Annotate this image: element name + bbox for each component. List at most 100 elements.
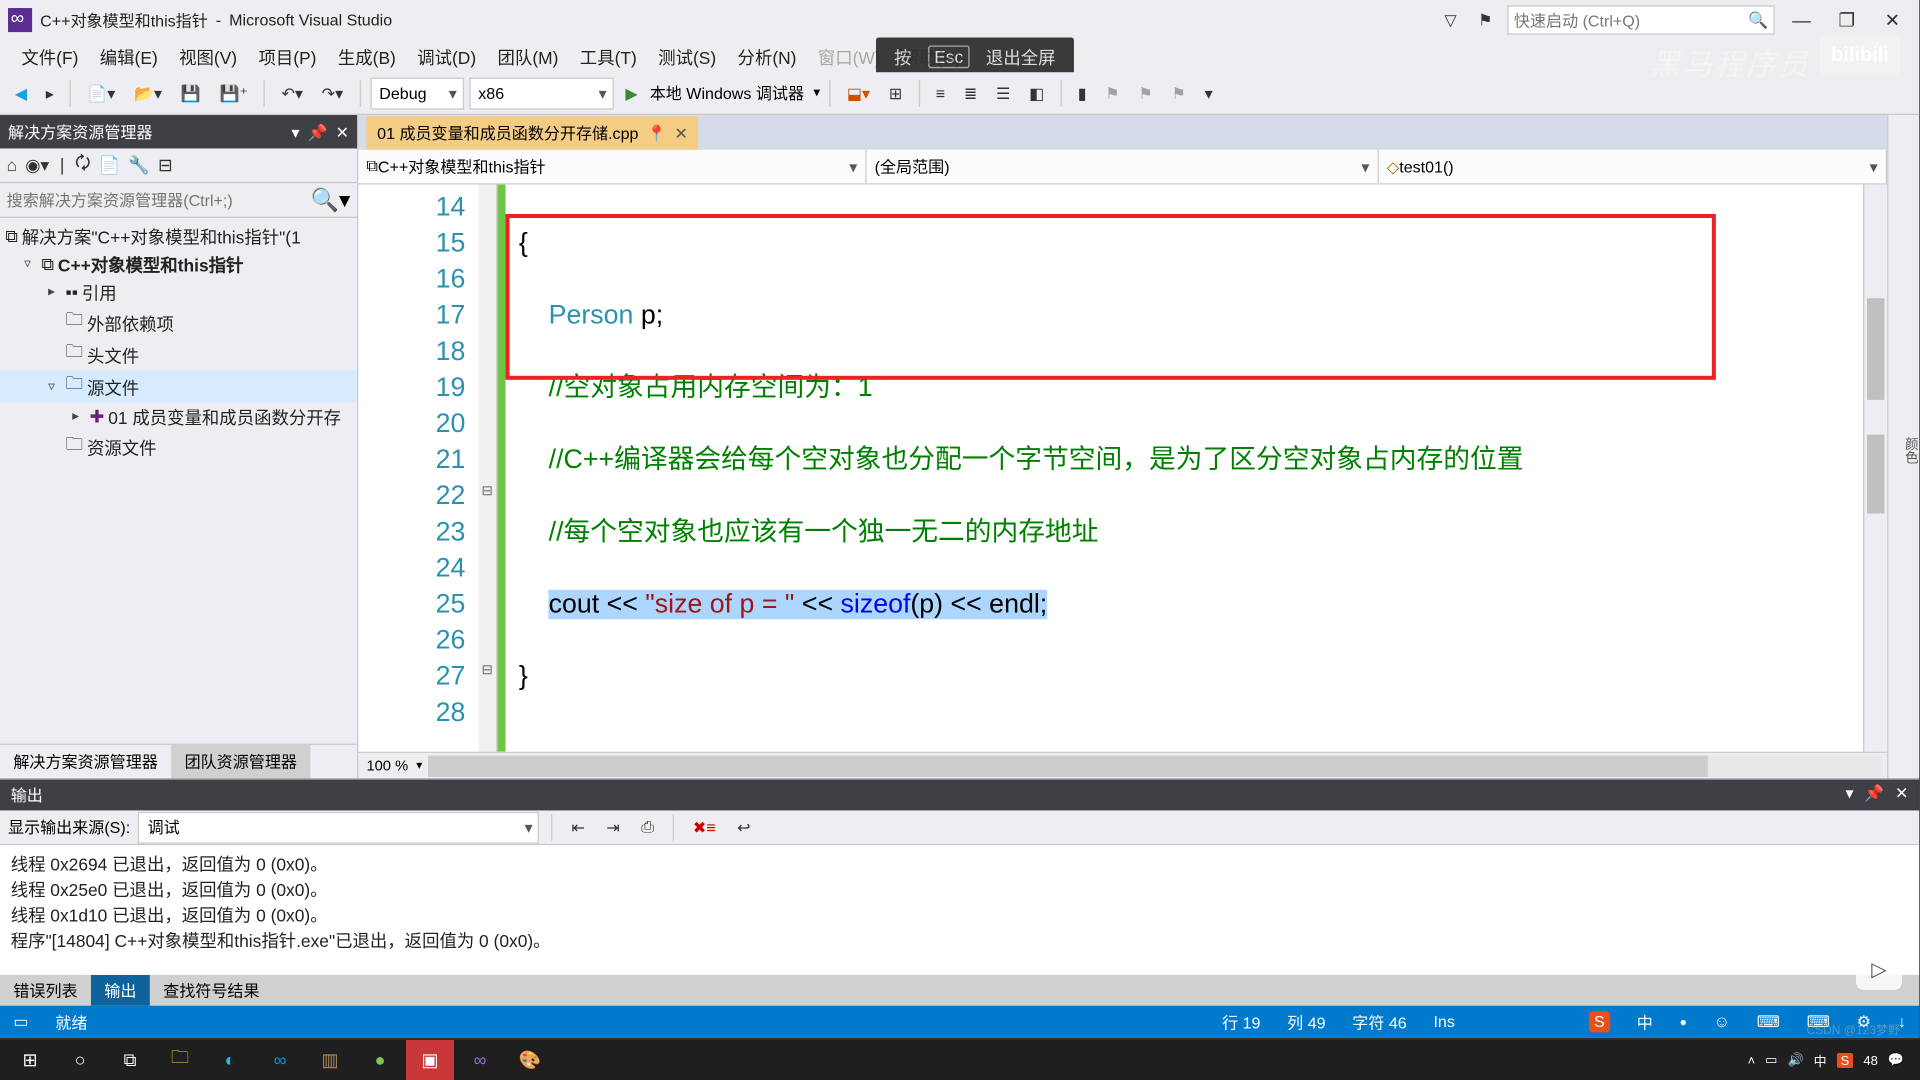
face-icon[interactable]: ☺ — [1714, 1012, 1730, 1031]
horizontal-scrollbar[interactable] — [428, 755, 1882, 776]
ime-icon[interactable]: S — [1589, 1011, 1610, 1032]
tray-volume-icon[interactable]: 🔊 — [1787, 1052, 1803, 1068]
tray-notification-icon[interactable]: 💬 — [1888, 1052, 1904, 1068]
notes-icon[interactable]: ▥ — [306, 1040, 354, 1080]
wrap-icon[interactable]: ↩ — [730, 815, 757, 839]
pin-icon[interactable]: 📍 — [646, 124, 666, 143]
tab-team-explorer[interactable]: 团队资源管理器 — [171, 745, 310, 778]
resources-node[interactable]: 资源文件 — [87, 434, 157, 459]
panel-dropdown-icon[interactable]: ▾ — [291, 122, 299, 141]
menu-project[interactable]: 项目(P) — [248, 41, 327, 72]
output-pin-icon[interactable]: 📌 — [1864, 784, 1884, 807]
new-project-button[interactable]: 📄▾ — [81, 81, 122, 105]
project-node[interactable]: C++对象模型和this指针 — [58, 251, 243, 276]
tb-icon-8[interactable]: ⚑ — [1132, 81, 1160, 105]
tray-battery-icon[interactable]: ▭ — [1765, 1052, 1777, 1068]
save-all-button[interactable]: 💾⁺ — [213, 81, 255, 105]
menu-team[interactable]: 团队(M) — [487, 41, 569, 72]
document-tab[interactable]: 01 成员变量和成员函数分开存储.cpp 📍 ✕ — [366, 116, 698, 149]
output-source-dropdown[interactable]: 调试 — [138, 811, 539, 843]
menu-file[interactable]: 文件(F) — [11, 41, 89, 72]
output-close-icon[interactable]: ✕ — [1895, 784, 1908, 807]
cortana-button[interactable]: ○ — [56, 1040, 104, 1080]
solution-search-input[interactable] — [7, 191, 311, 210]
vs-taskbar-icon[interactable]: ∞ — [456, 1040, 504, 1080]
forward-button[interactable]: ▸ — [39, 81, 60, 105]
external-deps-node[interactable]: 外部依赖项 — [87, 310, 174, 335]
editor-scrollbar[interactable] — [1863, 185, 1887, 752]
platform-dropdown[interactable]: x86 — [469, 77, 613, 109]
references-node[interactable]: 引用 — [82, 280, 117, 305]
browser-icon[interactable]: ◐ — [206, 1040, 254, 1080]
tab-output[interactable]: 输出 — [91, 975, 150, 1006]
explorer-icon[interactable]: 🗀 — [156, 1040, 204, 1080]
solution-tree[interactable]: ⧉解决方案"C++对象模型和this指针"(1 ▿⧉C++对象模型和this指针… — [0, 218, 357, 744]
cloud-icon[interactable]: ∞ — [256, 1040, 304, 1080]
clear-output-icon[interactable]: ✖≡ — [686, 815, 722, 839]
bookmark-icon[interactable]: ▮ — [1071, 81, 1093, 105]
sources-node[interactable]: 源文件 — [87, 374, 139, 399]
solution-root[interactable]: 解决方案"C++对象模型和this指针"(1 — [22, 223, 301, 248]
menu-tools[interactable]: 工具(T) — [569, 41, 647, 72]
menu-analyze[interactable]: 分析(N) — [727, 41, 807, 72]
menu-window[interactable]: 窗口(W) — [807, 41, 891, 72]
minimize-button[interactable]: — — [1783, 9, 1820, 30]
save-button[interactable]: 💾 — [174, 81, 207, 105]
system-tray[interactable]: ˄ ▭ 🔊 中 S 48 💬 — [1748, 1051, 1914, 1070]
run-button[interactable]: ▶ — [619, 81, 645, 105]
config-dropdown[interactable]: Debug — [370, 77, 464, 109]
start-button[interactable]: ⊞ — [6, 1040, 54, 1080]
keyboard-icon[interactable]: ⌨ — [1757, 1012, 1780, 1031]
toolbar-overflow[interactable]: ▾ — [1198, 81, 1219, 105]
nav-function-dropdown[interactable]: ◇ test01() — [1379, 150, 1887, 183]
title-filter-icon[interactable]: ▽ — [1438, 8, 1464, 32]
output-body[interactable]: 线程 0x2694 已退出，返回值为 0 (0x0)。 线程 0x25e0 已退… — [0, 845, 1919, 975]
out-icon-3[interactable]: ⎙ — [635, 814, 661, 839]
taskview-button[interactable]: ⧉ — [106, 1040, 154, 1080]
tray-up-icon[interactable]: ˄ — [1748, 1053, 1756, 1068]
ime-lang[interactable]: 中 — [1637, 1010, 1653, 1033]
green-app-icon[interactable]: ● — [356, 1040, 404, 1080]
code-body[interactable]: { Person p; //空对象占用内存空间为：1 //C++编译器会给每个空… — [506, 185, 1863, 752]
play-button[interactable]: ▷ — [1856, 948, 1902, 990]
menu-build[interactable]: 生成(B) — [327, 41, 406, 72]
output-dropdown-icon[interactable]: ▾ — [1846, 784, 1854, 807]
tb-icon-6[interactable]: ◧ — [1022, 81, 1051, 105]
tool-refresh-icon[interactable]: 🗘 — [75, 150, 91, 179]
tab-close-icon[interactable]: ✕ — [674, 124, 687, 143]
tray-sogou-icon[interactable]: S — [1837, 1053, 1854, 1068]
tb-icon-4[interactable]: ≣ — [957, 81, 984, 105]
tray-ime[interactable]: 中 — [1814, 1051, 1827, 1070]
run-label[interactable]: 本地 Windows 调试器 — [650, 82, 804, 105]
headers-node[interactable]: 头文件 — [87, 342, 139, 367]
title-notify-icon[interactable]: ⚑ — [1471, 8, 1499, 32]
tool-collapse-icon[interactable]: ⊟ — [158, 154, 173, 175]
tab-find-symbols[interactable]: 查找符号结果 — [150, 975, 273, 1006]
zoom-level[interactable]: 100 % — [358, 758, 416, 774]
paint-icon[interactable]: 🎨 — [506, 1040, 554, 1080]
tb-icon-5[interactable]: ☰ — [989, 81, 1017, 105]
panel-close-icon[interactable]: ✕ — [336, 122, 349, 141]
source-file-node[interactable]: 01 成员变量和成员函数分开存 — [108, 404, 341, 429]
red-app-icon[interactable]: ▣ — [406, 1040, 454, 1080]
quick-launch-input[interactable]: 快速启动 (Ctrl+Q) 🔍 — [1507, 5, 1774, 34]
tool-icon[interactable]: ◉▾ — [25, 154, 49, 175]
open-button[interactable]: 📂▾ — [127, 81, 168, 105]
redo-button[interactable]: ↷▾ — [315, 81, 350, 105]
tab-error-list[interactable]: 错误列表 — [0, 975, 91, 1006]
home-icon[interactable]: ⌂ — [7, 155, 18, 175]
close-button[interactable]: ✕ — [1874, 9, 1911, 32]
menu-edit[interactable]: 编辑(E) — [89, 41, 168, 72]
out-icon-1[interactable]: ⇤ — [565, 815, 592, 839]
tb-icon-2[interactable]: ⊞ — [882, 81, 909, 105]
tb-icon-1[interactable]: ⬓▾ — [840, 81, 877, 105]
menu-help[interactable]: 帮助(H) — [891, 41, 971, 72]
out-icon-2[interactable]: ⇥ — [600, 815, 627, 839]
restore-button[interactable]: ❐ — [1828, 9, 1865, 32]
tb-icon-7[interactable]: ⚑ — [1099, 81, 1127, 105]
code-editor[interactable]: ✚ 141516171819202122232425262728 ⊟ ⊟ { P… — [358, 185, 1887, 752]
tool-showall-icon[interactable]: 📄 — [99, 154, 121, 175]
tb-icon-9[interactable]: ⚑ — [1165, 81, 1193, 105]
fold-margin[interactable]: ⊟ ⊟ — [479, 185, 498, 752]
menu-test[interactable]: 测试(S) — [647, 41, 726, 72]
